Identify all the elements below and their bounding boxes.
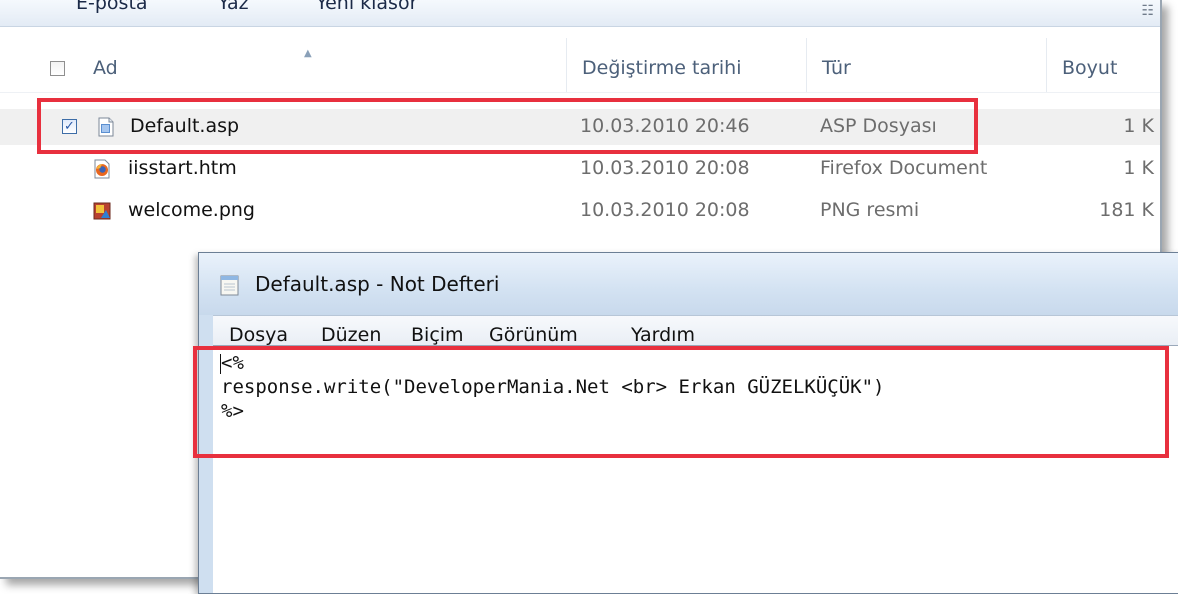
menu-format[interactable]: Biçim xyxy=(411,324,464,346)
code-highlight-box xyxy=(193,346,1169,458)
file-size: 1 K xyxy=(1123,157,1154,179)
file-highlight-box xyxy=(37,98,978,154)
column-size[interactable]: Boyut xyxy=(1062,57,1117,79)
notepad-title-bar[interactable]: Default.asp - Not Defteri xyxy=(199,253,1178,315)
column-date-modified[interactable]: Değiştirme tarihi xyxy=(582,57,742,79)
png-image-icon xyxy=(93,202,111,220)
file-name: iisstart.htm xyxy=(128,157,237,179)
column-name[interactable]: Ad xyxy=(93,57,118,79)
select-all-checkbox[interactable] xyxy=(50,61,65,76)
sort-ascending-icon: ▲ xyxy=(304,48,312,59)
column-divider[interactable] xyxy=(806,38,807,92)
burn-button[interactable]: Yaz xyxy=(218,0,249,14)
column-type[interactable]: Tür xyxy=(822,57,851,79)
menu-help[interactable]: Yardım xyxy=(631,324,695,346)
file-date: 10.03.2010 20:08 xyxy=(580,157,750,179)
notepad-title: Default.asp - Not Defteri xyxy=(255,272,500,296)
file-date: 10.03.2010 20:08 xyxy=(580,199,750,221)
file-row-welcome-png[interactable]: welcome.png 10.03.2010 20:08 PNG resmi 1… xyxy=(0,193,1160,229)
file-type: Firefox Document xyxy=(820,157,988,179)
menu-file[interactable]: Dosya xyxy=(229,324,288,346)
firefox-document-icon xyxy=(94,159,110,179)
view-options-icon[interactable]: ☷ xyxy=(1141,3,1154,19)
column-divider[interactable] xyxy=(566,38,567,92)
file-name: welcome.png xyxy=(128,199,255,221)
notepad-menu-bar: Dosya Düzen Biçim Görünüm Yardım xyxy=(213,315,1178,346)
file-row-iisstart-htm[interactable]: iisstart.htm 10.03.2010 20:08 Firefox Do… xyxy=(0,151,1160,187)
file-type: PNG resmi xyxy=(820,199,920,221)
notepad-icon xyxy=(220,275,239,296)
new-folder-button[interactable]: Yeni klasör xyxy=(316,0,417,14)
column-divider[interactable] xyxy=(1046,38,1047,92)
explorer-toolbar: E-posta Yaz Yeni klasör ☷ xyxy=(0,0,1160,27)
email-button[interactable]: E-posta xyxy=(76,0,148,14)
column-header-row: Ad Değiştirme tarihi Tür Boyut xyxy=(0,46,1160,93)
menu-edit[interactable]: Düzen xyxy=(321,324,381,346)
menu-view[interactable]: Görünüm xyxy=(489,324,578,346)
file-size: 181 K xyxy=(1099,199,1154,221)
file-size: 1 K xyxy=(1123,115,1154,137)
